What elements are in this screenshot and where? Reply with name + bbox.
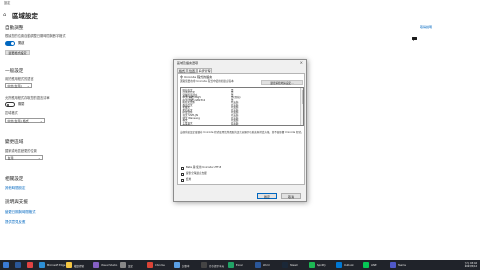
region-label: 國家或地區變更的位置 bbox=[5, 149, 37, 153]
taskbar-app-icon[interactable] bbox=[390, 262, 396, 268]
taskbar-app-label[interactable]: 記事本 bbox=[182, 264, 190, 268]
section-support-title: 說明與支援 bbox=[5, 200, 28, 205]
home-icon[interactable]: ⌂ bbox=[3, 13, 6, 18]
taskbar-app-icon[interactable] bbox=[201, 262, 207, 268]
change-format-button[interactable]: 變更格式設定 bbox=[5, 50, 30, 55]
taskbar-app-icon[interactable] bbox=[309, 262, 315, 268]
section-related-title: 相關設定 bbox=[5, 177, 24, 182]
taskbar-app-label[interactable]: Visual Studio bbox=[101, 264, 117, 267]
taskbar-app-icon[interactable] bbox=[363, 262, 369, 268]
app-language-dropdown[interactable]: 中文(台灣) bbox=[5, 83, 32, 89]
panel-desc: 選取您要在非 Unicode 程式中使用的語言版本 bbox=[180, 80, 234, 83]
taskbar-app-label[interactable]: Outlook bbox=[344, 264, 354, 267]
global-support-checkbox-label: 提供全球語言支援 bbox=[186, 172, 207, 176]
region-format-value: 中文(台灣) 格式 bbox=[7, 119, 29, 123]
taskbar-app-label[interactable]: Teams bbox=[398, 264, 406, 267]
section-region-title: 變更區域 bbox=[5, 140, 24, 145]
panel-note: 這個系統設定會讓非 Unicode 程式使用您所選取的語言來顯示功能表與對話方塊… bbox=[180, 131, 304, 134]
region-dialog: 區域及語言選項 × 格式 位置 系統管理 非 Unicode 程式的語言 選取您… bbox=[173, 59, 307, 202]
app-language-value: 中文(台灣) bbox=[7, 84, 22, 88]
support-link-feedback[interactable]: 提供意見反應 bbox=[5, 220, 25, 224]
taskbar-app-label[interactable]: Excel bbox=[236, 264, 243, 267]
codepage-status: 已安裝 bbox=[231, 124, 239, 126]
tray-clock[interactable]: 下午 03:42 2023/5/12 bbox=[465, 262, 477, 268]
section-auto-title: 自動調整 bbox=[5, 26, 24, 31]
codepage-list[interactable]: 阿拉伯文是亞美尼亞文是波羅的海語系是中文(繁體) Big5 是(目前) 中文(簡體)… bbox=[180, 87, 304, 126]
section-auto-desc: 根據您的位置自動調整日期時間與數字格式 bbox=[5, 34, 66, 38]
help-link[interactable]: 取得說明 bbox=[420, 26, 432, 29]
taskbar-app-label[interactable]: 命令提示字元 bbox=[209, 264, 224, 268]
country-value: 台灣 bbox=[7, 156, 14, 160]
page-title: 區域設定 bbox=[12, 12, 38, 20]
taskbar-app-label[interactable]: Spotify bbox=[317, 264, 326, 267]
region-format-dropdown[interactable]: 中文(台灣) 格式 bbox=[5, 118, 45, 124]
country-dropdown[interactable]: 台灣 bbox=[5, 155, 43, 161]
scroll-thumb[interactable] bbox=[301, 90, 303, 104]
utf8-checkbox[interactable] bbox=[181, 167, 184, 170]
utf8-checkbox-label: Beta 版:使用 Unicode UTF-8 bbox=[186, 166, 222, 170]
taskbar-app-label[interactable]: 設定 bbox=[128, 264, 133, 268]
apply-checkbox[interactable] bbox=[181, 179, 184, 182]
lang-list-toggle[interactable] bbox=[5, 102, 15, 107]
taskbar-app-icon[interactable] bbox=[120, 262, 126, 268]
taskbar-app-icon[interactable] bbox=[228, 262, 234, 268]
taskbar-app-label[interactable]: Microsoft Edge bbox=[47, 264, 65, 267]
cancel-button[interactable]: 取消 bbox=[281, 193, 301, 199]
taskbar-app-icon[interactable] bbox=[174, 262, 180, 268]
auto-adjust-toggle[interactable] bbox=[5, 41, 15, 46]
window-title: 設定 bbox=[4, 1, 11, 5]
taskbar-app-label[interactable]: 檔案總管 bbox=[74, 264, 84, 268]
taskbar-app-icon[interactable] bbox=[336, 262, 342, 268]
auto-toggle-label: 開啟 bbox=[18, 41, 25, 45]
taskbar-app-label[interactable]: Word bbox=[263, 264, 269, 267]
dialog-title: 區域及語言選項 bbox=[177, 61, 199, 65]
taskbar-app-icon[interactable] bbox=[255, 262, 261, 268]
tray-date: 2023/5/12 bbox=[464, 265, 477, 268]
list-scrollbar[interactable] bbox=[300, 88, 303, 125]
taskbar-app-icon[interactable] bbox=[282, 262, 288, 268]
taskbar-app-label[interactable]: Chrome bbox=[155, 264, 165, 267]
taskbar-app-icon[interactable] bbox=[3, 262, 9, 268]
section-general-title: 一般設定 bbox=[5, 69, 24, 74]
taskbar-app-icon[interactable] bbox=[66, 262, 72, 268]
format-label: 區域格式 bbox=[5, 111, 18, 115]
apply-checkbox-label: 套用 bbox=[186, 178, 192, 182]
global-support-checkbox[interactable] bbox=[181, 173, 184, 176]
related-link[interactable]: 其他時間設定 bbox=[5, 186, 25, 190]
panel-label: 非 Unicode 程式的語言 bbox=[180, 75, 213, 79]
taskbar-app-label[interactable]: Steam bbox=[290, 264, 298, 267]
change-system-locale-button[interactable]: 變更系統地區設定... bbox=[261, 80, 303, 85]
lang-list-toggle-label: 關閉 bbox=[18, 102, 25, 106]
taskbar-app-icon[interactable] bbox=[15, 262, 21, 268]
taskbar-app-icon[interactable] bbox=[93, 262, 99, 268]
close-icon[interactable]: × bbox=[300, 61, 303, 65]
support-link-format[interactable]: 變更日期與時間格式 bbox=[5, 210, 36, 214]
admin-tab-panel: 非 Unicode 程式的語言 選取您要在非 Unicode 程式中使用的語言版… bbox=[177, 73, 305, 185]
taskbar-app-icon[interactable] bbox=[39, 262, 45, 268]
lang-label: 用於應用程式的語言 bbox=[5, 77, 34, 81]
taskbar-app-icon[interactable] bbox=[147, 262, 153, 268]
chat-help-icon[interactable] bbox=[412, 26, 417, 41]
taskbar: Microsoft Edge 檔案總管 Visual Studio 設定 Chrome 記… bbox=[0, 260, 480, 270]
lang-list-toggle-desc: 允許應用程式存取您的語言清單 bbox=[5, 96, 50, 100]
ok-button[interactable]: 確定 bbox=[257, 193, 277, 199]
taskbar-app-label[interactable]: LINE bbox=[371, 264, 377, 267]
codepage-row[interactable]: 越南文 已安裝 bbox=[181, 124, 303, 126]
taskbar-app-icon[interactable] bbox=[27, 262, 33, 268]
codepage-name: 越南文 bbox=[182, 124, 191, 126]
